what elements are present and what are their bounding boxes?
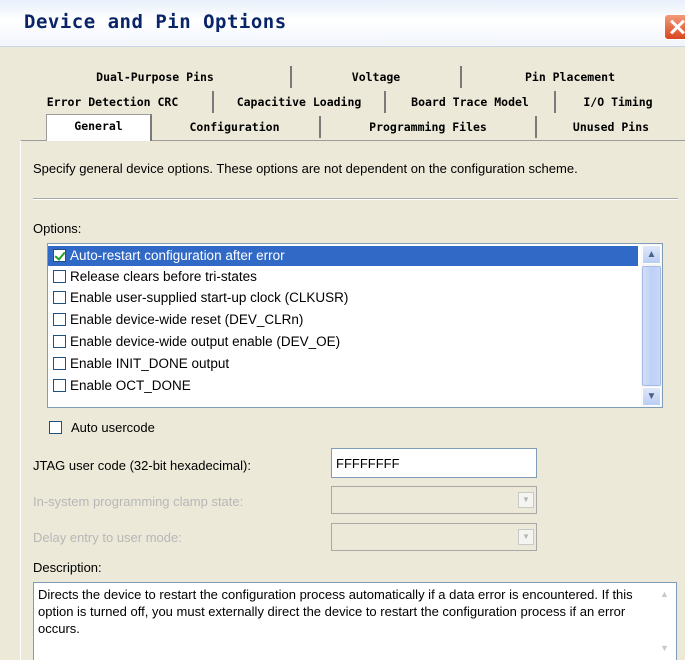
- option-oct-done[interactable]: Enable OCT_DONE: [48, 376, 638, 396]
- description-box[interactable]: Directs the device to restart the config…: [33, 582, 677, 660]
- option-label: Enable device-wide reset (DEV_CLRn): [70, 312, 304, 327]
- general-intro-text: Specify general device options. These op…: [33, 161, 578, 176]
- close-button[interactable]: [664, 14, 685, 40]
- chevron-up-icon[interactable]: ▲: [660, 589, 669, 599]
- chevron-up-icon[interactable]: ▲: [642, 245, 661, 264]
- scrollbar-thumb[interactable]: [642, 266, 661, 386]
- options-list[interactable]: Auto-restart configuration after error R…: [47, 243, 663, 408]
- description-text: Directs the device to restart the config…: [38, 587, 633, 636]
- checkbox[interactable]: [53, 379, 66, 392]
- option-label: Release clears before tri-states: [70, 269, 257, 284]
- option-label: Enable user-supplied start-up clock (CLK…: [70, 290, 349, 305]
- delay-entry-select[interactable]: ▼: [331, 523, 537, 551]
- checkbox[interactable]: [53, 357, 66, 370]
- tab-row-2: Error Detection CRC Capacitive Loading B…: [13, 91, 678, 113]
- tab-capacitive-loading[interactable]: Capacitive Loading: [214, 91, 386, 113]
- option-label: Enable INIT_DONE output: [70, 356, 230, 371]
- device-and-pin-options-dialog: Device and Pin Options Dual-Purpose Pins…: [0, 0, 685, 660]
- tab-row-1: Dual-Purpose Pins Voltage Pin Placement: [20, 66, 685, 88]
- auto-usercode-label: Auto usercode: [71, 420, 155, 435]
- description-label: Description:: [33, 560, 102, 575]
- option-init-done[interactable]: Enable INIT_DONE output: [48, 354, 638, 374]
- checkbox[interactable]: [53, 313, 66, 326]
- tab-configuration[interactable]: Configuration: [150, 116, 321, 138]
- option-label: Auto-restart configuration after error: [70, 248, 285, 263]
- option-auto-restart[interactable]: Auto-restart configuration after error: [48, 246, 638, 266]
- divider: [33, 198, 678, 200]
- tab-voltage[interactable]: Voltage: [292, 66, 462, 88]
- checkbox[interactable]: [53, 335, 66, 348]
- tab-unused-pins[interactable]: Unused Pins: [537, 116, 685, 138]
- chevron-down-icon[interactable]: ▼: [518, 492, 534, 508]
- chevron-down-icon[interactable]: ▼: [642, 387, 661, 406]
- jtag-user-code-input[interactable]: FFFFFFFF: [331, 448, 537, 478]
- option-label: Enable device-wide output enable (DEV_OE…: [70, 334, 341, 349]
- tab-io-timing[interactable]: I/O Timing: [556, 91, 680, 113]
- checkbox[interactable]: [53, 270, 66, 283]
- option-release-clears[interactable]: Release clears before tri-states: [48, 267, 638, 287]
- window-title: Device and Pin Options: [24, 11, 287, 33]
- options-label: Options:: [33, 221, 82, 236]
- options-scrollbar[interactable]: ▲ ▼: [641, 244, 662, 407]
- option-label: Enable OCT_DONE: [70, 378, 191, 393]
- title-bar[interactable]: Device and Pin Options: [0, 0, 685, 47]
- tab-row-3: General Configuration Programming Files …: [20, 114, 685, 141]
- clamp-state-select[interactable]: ▼: [331, 486, 537, 514]
- tab-programming-files[interactable]: Programming Files: [321, 116, 537, 138]
- general-tab-panel: Specify general device options. These op…: [20, 140, 685, 660]
- tab-pin-placement[interactable]: Pin Placement: [462, 66, 678, 88]
- chevron-down-icon[interactable]: ▼: [660, 643, 669, 653]
- tab-board-trace-model[interactable]: Board Trace Model: [386, 91, 556, 113]
- tab-error-detection-crc[interactable]: Error Detection CRC: [13, 91, 214, 113]
- option-dev-clrn[interactable]: Enable device-wide reset (DEV_CLRn): [48, 310, 638, 330]
- tab-dual-purpose-pins[interactable]: Dual-Purpose Pins: [20, 66, 292, 88]
- tab-general[interactable]: General: [46, 114, 152, 141]
- chevron-down-icon[interactable]: ▼: [518, 529, 534, 545]
- delay-entry-label: Delay entry to user mode:: [33, 530, 182, 545]
- clamp-state-label: In-system programming clamp state:: [33, 494, 244, 509]
- jtag-user-code-value: FFFFFFFF: [336, 456, 400, 471]
- description-scrollbar[interactable]: ▲ ▼: [657, 583, 676, 660]
- auto-usercode-checkbox[interactable]: [49, 421, 62, 434]
- jtag-user-code-label: JTAG user code (32-bit hexadecimal):: [33, 458, 251, 473]
- checkbox-checked-icon[interactable]: [53, 249, 66, 262]
- option-dev-oe[interactable]: Enable device-wide output enable (DEV_OE…: [48, 332, 638, 352]
- checkbox[interactable]: [53, 291, 66, 304]
- option-clkusr[interactable]: Enable user-supplied start-up clock (CLK…: [48, 288, 638, 308]
